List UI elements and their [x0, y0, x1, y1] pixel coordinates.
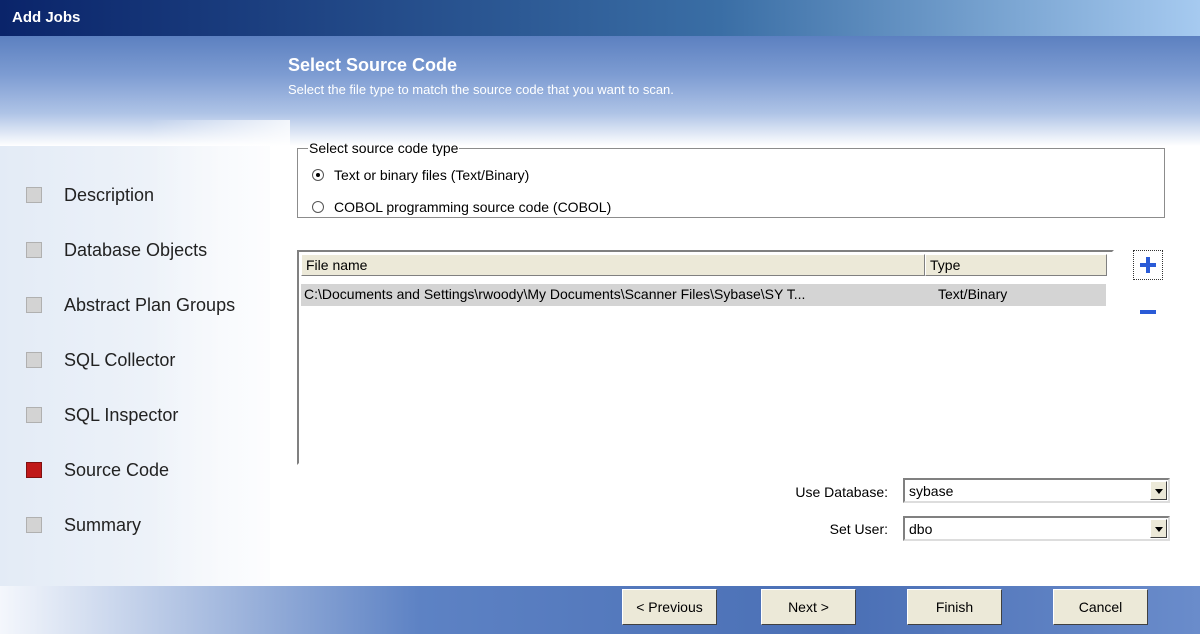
- page-subtitle: Select the file type to match the source…: [288, 82, 674, 97]
- step-label: Database Objects: [64, 239, 208, 260]
- step-label: Description: [64, 184, 155, 205]
- use-database-value: sybase: [909, 483, 954, 499]
- window-title: Add Jobs: [12, 9, 81, 26]
- file-list[interactable]: File name Type C:\Documents and Settings…: [297, 250, 1114, 465]
- chevron-down-icon[interactable]: [1150, 481, 1167, 500]
- step-sql-inspector[interactable]: SQL Inspector: [26, 404, 178, 426]
- step-label: SQL Collector: [64, 349, 176, 370]
- step-database-objects[interactable]: Database Objects: [26, 239, 207, 261]
- use-database-label: Use Database:: [795, 484, 888, 500]
- step-abstract-plan-groups[interactable]: Abstract Plan Groups: [26, 294, 235, 316]
- previous-button[interactable]: < Previous: [622, 589, 717, 625]
- step-label: SQL Inspector: [64, 404, 179, 425]
- step-label: Source Code: [64, 459, 170, 480]
- step-active-indicator-icon: [26, 462, 42, 478]
- use-database-select[interactable]: sybase: [903, 478, 1170, 503]
- set-user-label: Set User:: [829, 521, 888, 537]
- plus-icon[interactable]: [1133, 250, 1163, 280]
- step-summary[interactable]: Summary: [26, 514, 141, 536]
- column-header-file-name[interactable]: File name: [301, 254, 925, 276]
- step-sql-collector[interactable]: SQL Collector: [26, 349, 175, 371]
- cell-type: Text/Binary: [938, 286, 1008, 302]
- radio-label: COBOL programming source code (COBOL): [334, 199, 612, 215]
- step-indicator-icon: [26, 352, 42, 368]
- step-description[interactable]: Description: [26, 184, 154, 206]
- cancel-button[interactable]: Cancel: [1053, 589, 1148, 625]
- set-user-value: dbo: [909, 521, 933, 537]
- page-title: Select Source Code: [288, 55, 458, 75]
- step-indicator-icon: [26, 297, 42, 313]
- chevron-down-icon[interactable]: [1150, 519, 1167, 538]
- title-bar: Add Jobs: [0, 0, 1200, 36]
- radio-selected-icon[interactable]: [312, 169, 324, 181]
- set-user-select[interactable]: dbo: [903, 516, 1170, 541]
- step-indicator-icon: [26, 517, 42, 533]
- column-header-type[interactable]: Type: [925, 254, 1107, 276]
- step-source-code[interactable]: Source Code: [26, 459, 169, 481]
- radio-unselected-icon[interactable]: [312, 201, 324, 213]
- radio-text-binary[interactable]: Text or binary files (Text/Binary): [312, 167, 529, 183]
- cell-file-name: C:\Documents and Settings\rwoody\My Docu…: [304, 286, 806, 302]
- radio-label: Text or binary files (Text/Binary): [334, 167, 530, 183]
- radio-cobol[interactable]: COBOL programming source code (COBOL): [312, 199, 611, 215]
- wizard-footer: [0, 586, 1200, 634]
- source-type-legend: Select source code type: [309, 140, 459, 156]
- step-label: Summary: [64, 514, 142, 535]
- table-row[interactable]: C:\Documents and Settings\rwoody\My Docu…: [301, 284, 1106, 306]
- next-button[interactable]: Next >: [761, 589, 856, 625]
- step-indicator-icon: [26, 187, 42, 203]
- finish-button[interactable]: Finish: [907, 589, 1002, 625]
- step-indicator-icon: [26, 407, 42, 423]
- step-indicator-icon: [26, 242, 42, 258]
- step-label: Abstract Plan Groups: [64, 294, 236, 315]
- minus-icon[interactable]: [1133, 296, 1163, 326]
